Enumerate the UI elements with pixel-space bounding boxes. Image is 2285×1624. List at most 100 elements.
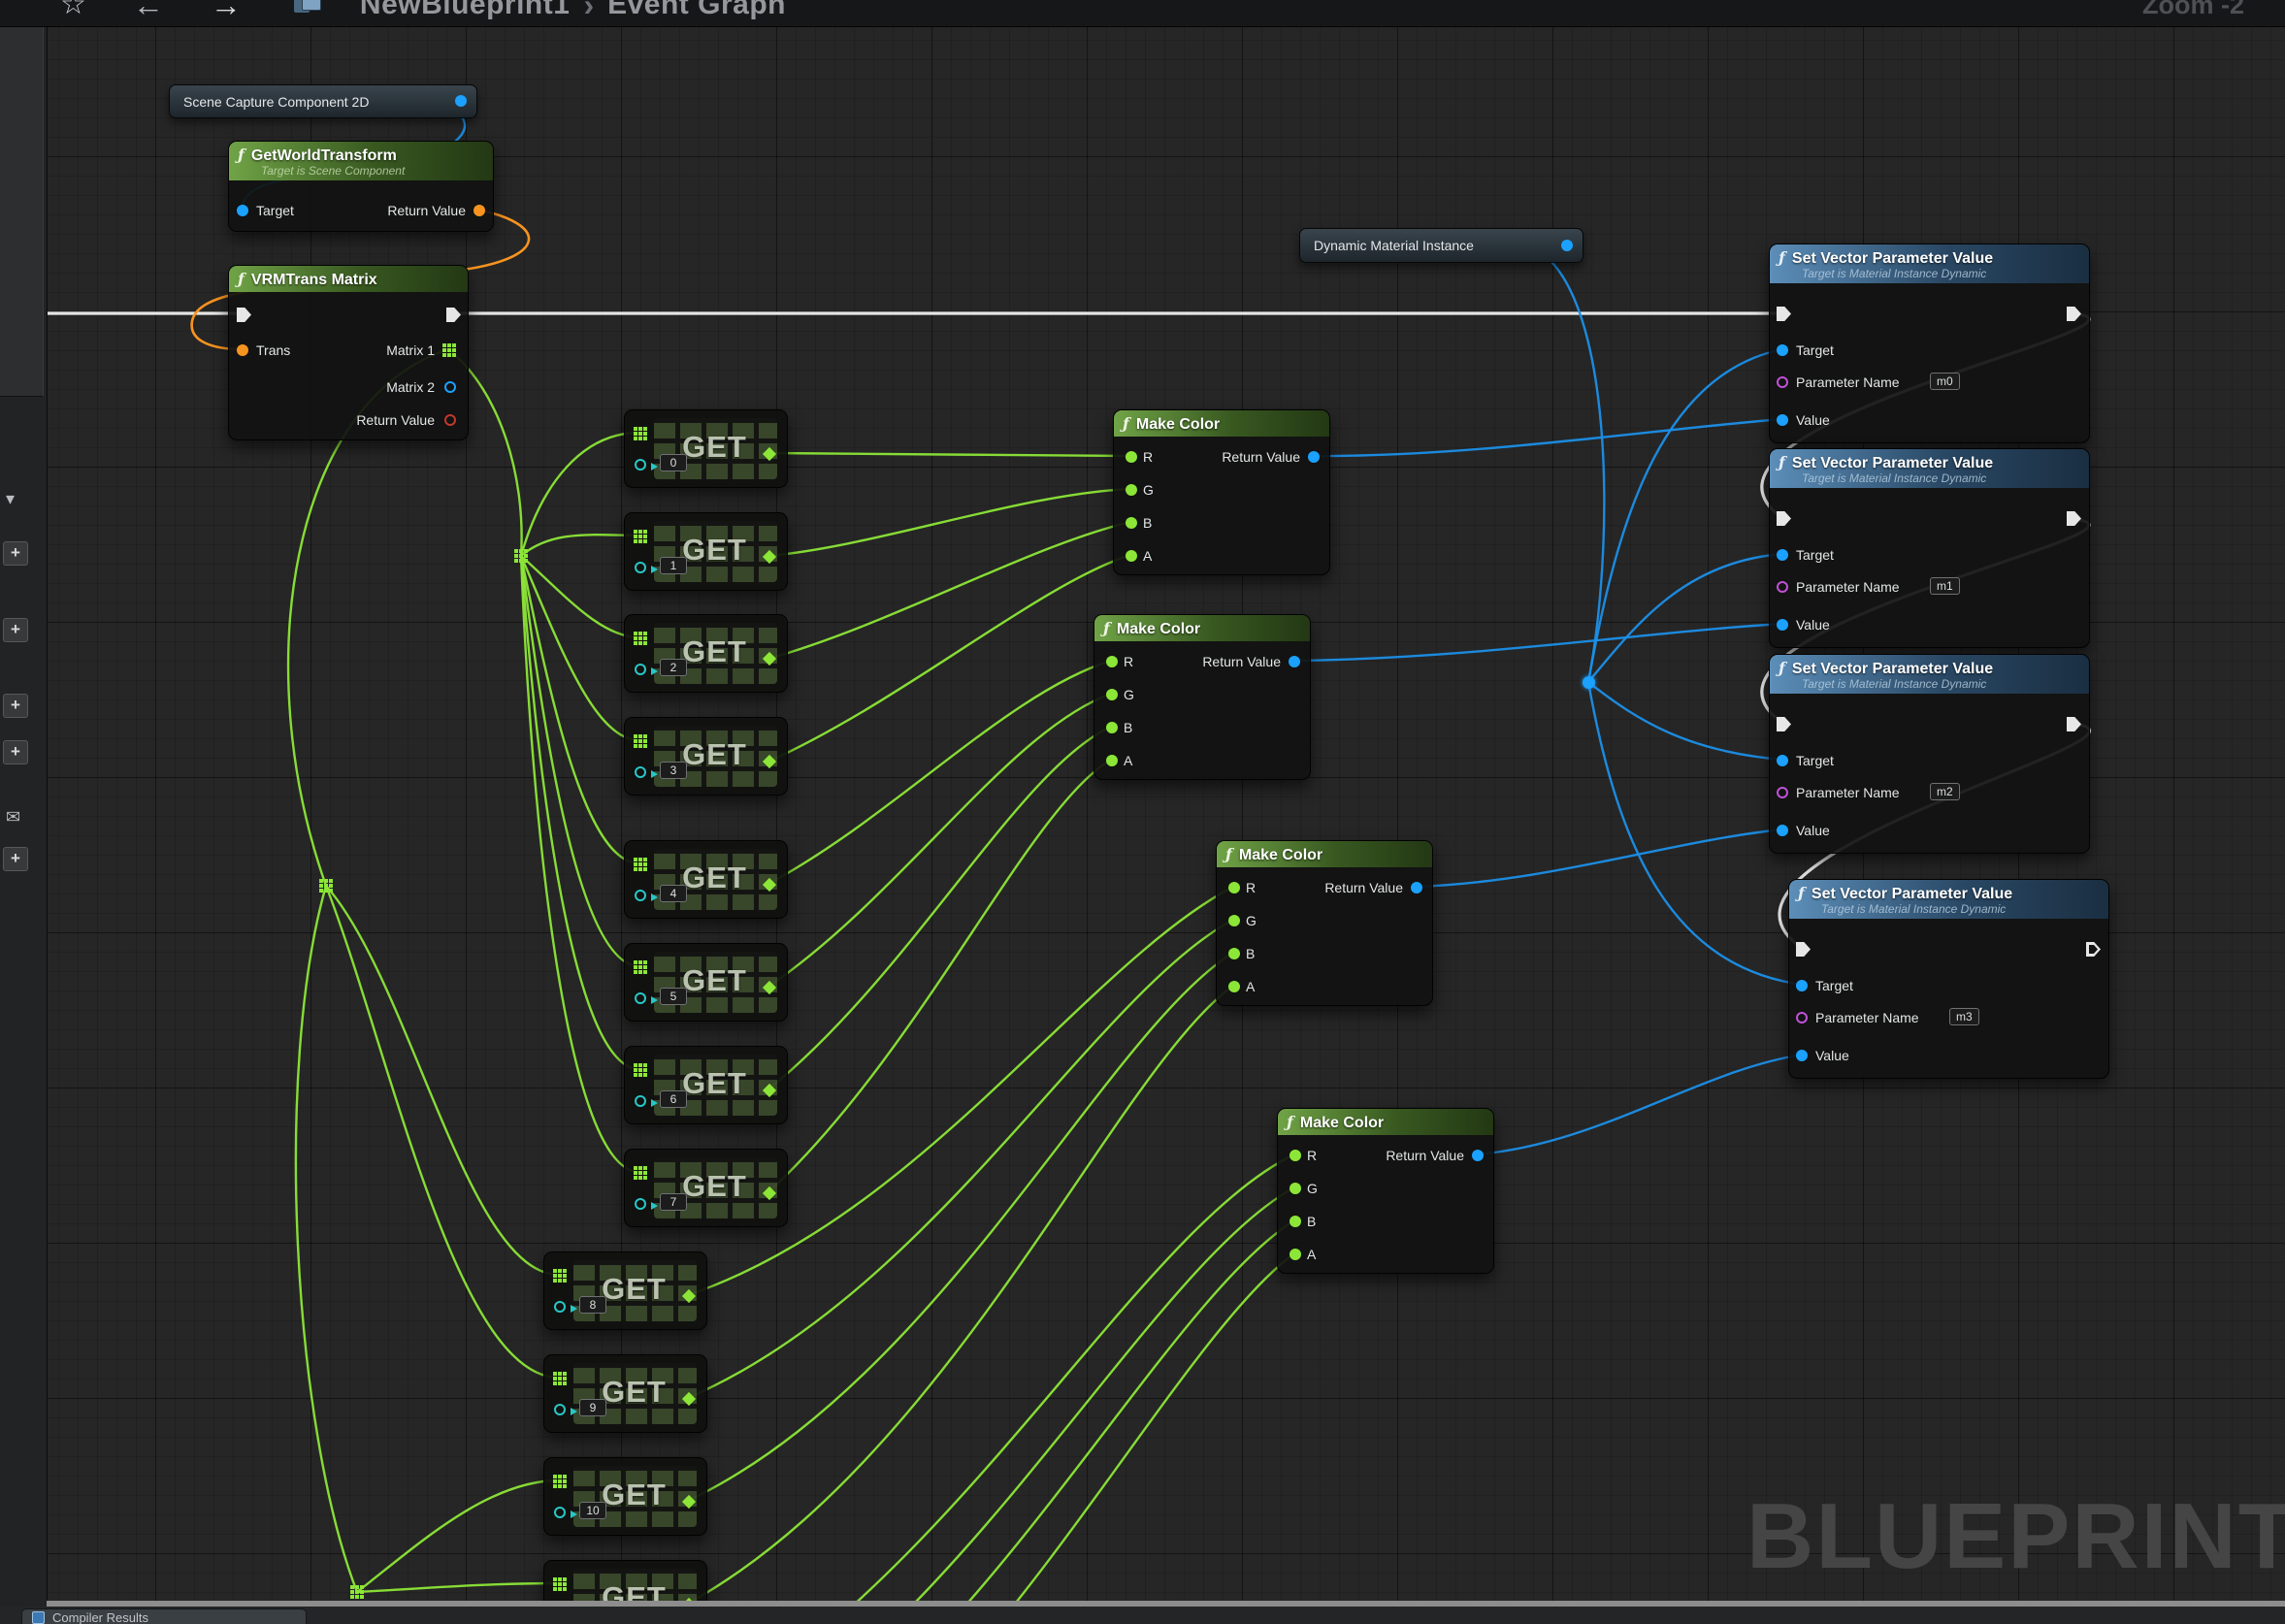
matrix1-array-output-pin[interactable] bbox=[442, 343, 456, 357]
matrix2-output-pin[interactable] bbox=[444, 381, 456, 393]
event-graph-canvas[interactable]: BLUEPRINT bbox=[47, 26, 2285, 1602]
exec-input-pin[interactable] bbox=[237, 308, 251, 322]
array-get-node[interactable]: GET 3 bbox=[624, 717, 788, 796]
parameter-name-input[interactable]: m1 bbox=[1930, 577, 1960, 595]
target-input-pin[interactable] bbox=[1796, 980, 1808, 991]
mail-icon[interactable]: ✉ bbox=[6, 808, 20, 826]
reroute-node-2[interactable] bbox=[319, 879, 333, 893]
array-index-input[interactable]: 7 bbox=[660, 1193, 687, 1211]
value-input-pin[interactable] bbox=[1777, 414, 1788, 426]
parameter-name-input-pin[interactable] bbox=[1777, 581, 1788, 593]
make-color-node[interactable]: ƒMake Color R Return Value G B A bbox=[1277, 1108, 1494, 1274]
parameter-name-input[interactable]: m0 bbox=[1930, 373, 1960, 390]
r-input-pin[interactable] bbox=[1126, 451, 1137, 463]
return-value-output-pin[interactable] bbox=[444, 414, 456, 426]
r-input-pin[interactable] bbox=[1228, 882, 1240, 893]
array-get-node[interactable]: GET 2 bbox=[624, 614, 788, 693]
a-input-pin[interactable] bbox=[1106, 755, 1118, 766]
target-input-pin[interactable] bbox=[1777, 755, 1788, 766]
exec-output-pin[interactable] bbox=[2067, 307, 2081, 321]
exec-output-pin[interactable] bbox=[2086, 942, 2101, 957]
target-input-pin[interactable] bbox=[1777, 344, 1788, 356]
exec-output-pin[interactable] bbox=[2067, 717, 2081, 731]
value-input-pin[interactable] bbox=[1777, 619, 1788, 631]
exec-output-pin[interactable] bbox=[2067, 511, 2081, 526]
g-input-pin[interactable] bbox=[1106, 689, 1118, 700]
b-input-pin[interactable] bbox=[1289, 1216, 1301, 1227]
a-input-pin[interactable] bbox=[1289, 1249, 1301, 1260]
favorite-star-icon[interactable]: ☆ bbox=[60, 0, 86, 19]
return-value-output-pin[interactable] bbox=[1308, 451, 1320, 463]
exec-input-pin[interactable] bbox=[1777, 307, 1791, 321]
breadcrumb-graph[interactable]: Event Graph bbox=[607, 0, 786, 21]
make-color-node[interactable]: ƒMake Color R Return Value G B A bbox=[1094, 614, 1311, 780]
make-color-node[interactable]: ƒMake Color R Return Value G B A bbox=[1113, 409, 1330, 575]
array-index-input[interactable]: 0 bbox=[660, 454, 687, 471]
make-color-node[interactable]: ƒMake Color R Return Value G B A bbox=[1216, 840, 1433, 1006]
r-input-pin[interactable] bbox=[1289, 1150, 1301, 1161]
target-input-pin[interactable] bbox=[1777, 549, 1788, 561]
set-vector-parameter-node[interactable]: ƒSet Vector Parameter Value Target is Ma… bbox=[1769, 448, 2090, 648]
set-vector-parameter-node[interactable]: ƒSet Vector Parameter Value Target is Ma… bbox=[1769, 654, 2090, 854]
exec-input-pin[interactable] bbox=[1777, 717, 1791, 731]
b-input-pin[interactable] bbox=[1126, 517, 1137, 529]
parameter-name-input[interactable]: m3 bbox=[1949, 1008, 1979, 1025]
g-input-pin[interactable] bbox=[1289, 1183, 1301, 1194]
g-input-pin[interactable] bbox=[1126, 484, 1137, 496]
chevron-down-icon[interactable]: ▾ bbox=[6, 490, 15, 507]
return-value-output-pin[interactable] bbox=[473, 205, 485, 216]
parameter-name-input-pin[interactable] bbox=[1796, 1012, 1808, 1023]
add-button-4[interactable]: + bbox=[3, 740, 28, 764]
array-index-input[interactable]: 8 bbox=[579, 1296, 606, 1314]
array-get-node[interactable]: GET 1 bbox=[624, 512, 788, 591]
scene-capture-variable-node[interactable]: Scene Capture Component 2D bbox=[169, 84, 477, 118]
array-get-node[interactable]: GET bbox=[543, 1560, 707, 1602]
array-get-node[interactable]: GET 9 bbox=[543, 1354, 707, 1433]
array-index-input[interactable]: 10 bbox=[579, 1502, 606, 1519]
parameter-name-input[interactable]: m2 bbox=[1930, 783, 1960, 800]
array-get-node[interactable]: GET 4 bbox=[624, 840, 788, 919]
a-input-pin[interactable] bbox=[1126, 550, 1137, 562]
array-index-input[interactable]: 4 bbox=[660, 885, 687, 902]
value-input-pin[interactable] bbox=[1796, 1050, 1808, 1061]
tab-compiler-results[interactable]: Compiler Results bbox=[21, 1608, 307, 1624]
return-value-output-pin[interactable] bbox=[1411, 882, 1422, 893]
back-arrow-icon[interactable]: ← bbox=[133, 0, 164, 20]
forward-arrow-icon[interactable]: → bbox=[211, 0, 242, 20]
array-get-node[interactable]: GET 6 bbox=[624, 1046, 788, 1124]
array-get-node[interactable]: GET 5 bbox=[624, 943, 788, 1022]
a-input-pin[interactable] bbox=[1228, 981, 1240, 992]
reroute-node-blue[interactable] bbox=[1583, 676, 1595, 689]
return-value-output-pin[interactable] bbox=[1289, 656, 1300, 667]
array-index-input[interactable]: 2 bbox=[660, 659, 687, 676]
array-get-node[interactable]: GET 10 bbox=[543, 1457, 707, 1536]
array-index-input[interactable]: 9 bbox=[579, 1399, 606, 1416]
r-input-pin[interactable] bbox=[1106, 656, 1118, 667]
dynamic-material-variable-node[interactable]: Dynamic Material Instance bbox=[1299, 228, 1583, 263]
array-index-input[interactable]: 3 bbox=[660, 762, 687, 779]
trans-input-pin[interactable] bbox=[237, 344, 248, 356]
array-index-input[interactable]: 5 bbox=[660, 988, 687, 1005]
array-get-node[interactable]: GET 0 bbox=[624, 409, 788, 488]
set-vector-parameter-node[interactable]: ƒSet Vector Parameter Value Target is Ma… bbox=[1769, 244, 2090, 443]
g-input-pin[interactable] bbox=[1228, 915, 1240, 926]
return-value-output-pin[interactable] bbox=[1472, 1150, 1484, 1161]
target-input-pin[interactable] bbox=[237, 205, 248, 216]
vrm-trans-matrix-node[interactable]: ƒVRMTrans Matrix Trans Matrix 1 Matrix 2… bbox=[228, 265, 469, 440]
add-button-5[interactable]: + bbox=[3, 847, 28, 871]
breadcrumb-blueprint[interactable]: NewBlueprint1 bbox=[360, 0, 571, 21]
add-button-3[interactable]: + bbox=[3, 694, 28, 718]
array-index-input[interactable]: 1 bbox=[660, 557, 687, 574]
b-input-pin[interactable] bbox=[1106, 722, 1118, 733]
object-output-pin[interactable] bbox=[455, 95, 467, 107]
exec-input-pin[interactable] bbox=[1777, 511, 1791, 526]
exec-input-pin[interactable] bbox=[1796, 942, 1811, 957]
array-get-node[interactable]: GET 8 bbox=[543, 1251, 707, 1330]
reroute-node-1[interactable] bbox=[514, 549, 528, 563]
add-button-2[interactable]: + bbox=[3, 618, 28, 642]
b-input-pin[interactable] bbox=[1228, 948, 1240, 959]
array-get-node[interactable]: GET 7 bbox=[624, 1149, 788, 1227]
parameter-name-input-pin[interactable] bbox=[1777, 376, 1788, 388]
array-index-input[interactable]: 6 bbox=[660, 1090, 687, 1108]
value-input-pin[interactable] bbox=[1777, 825, 1788, 836]
